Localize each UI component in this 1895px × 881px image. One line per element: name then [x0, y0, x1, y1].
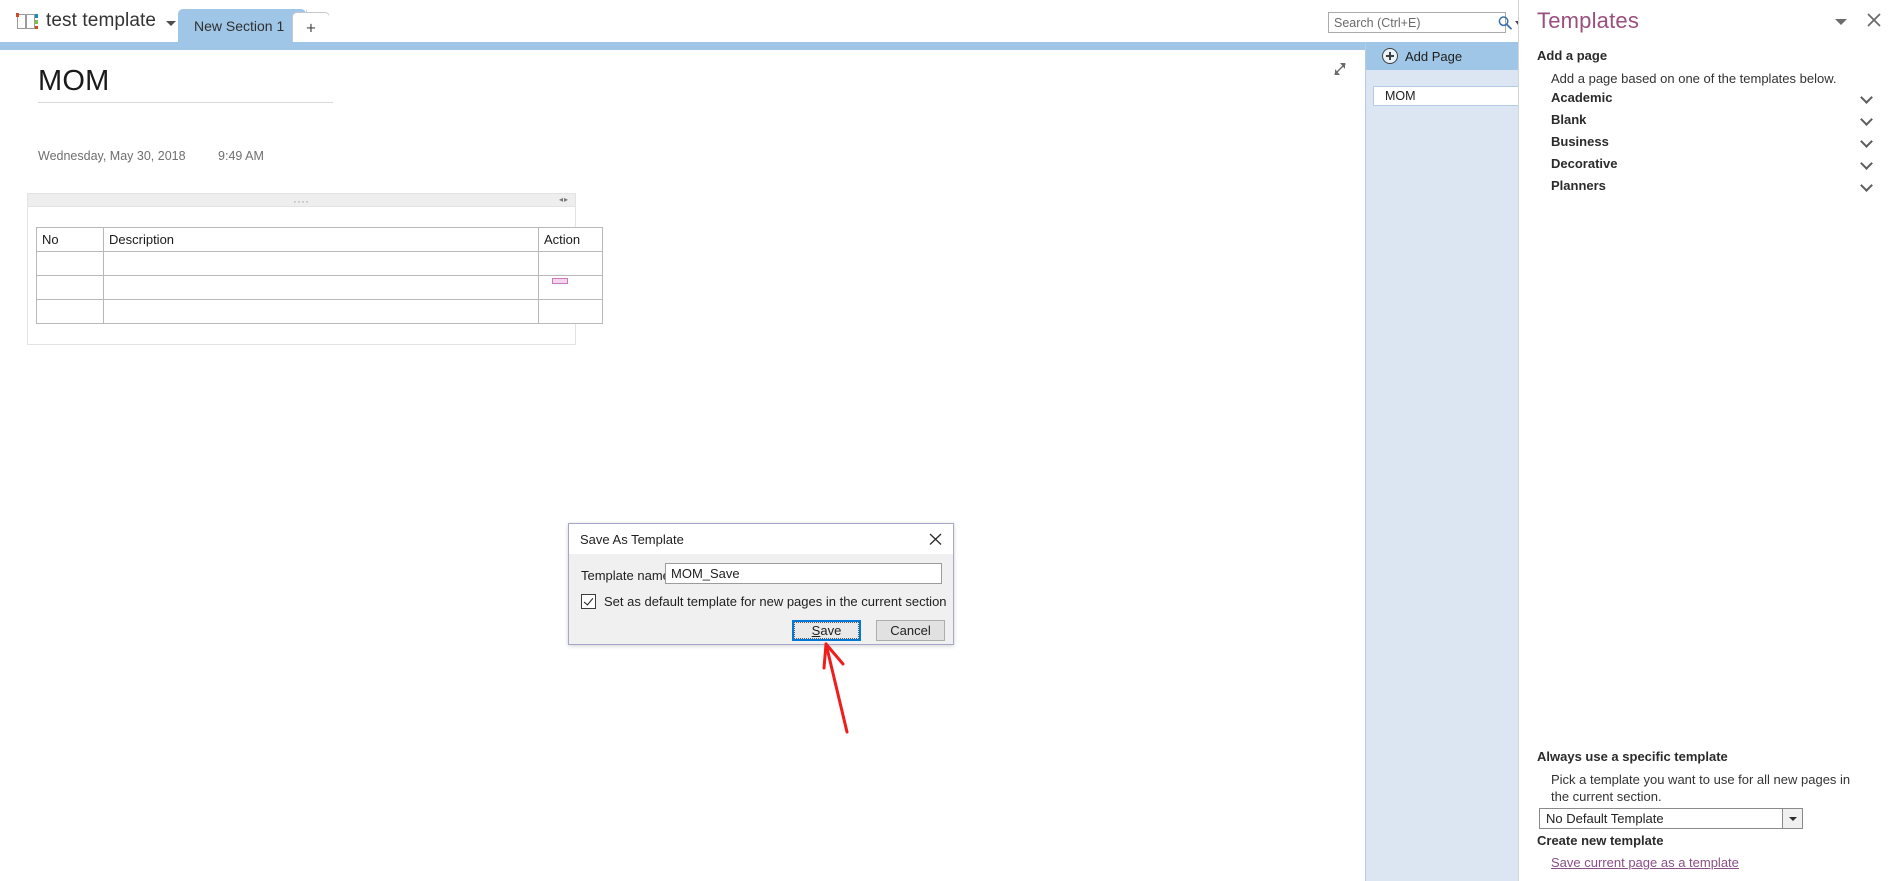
- title-bar: test template New Section 1 +: [0, 0, 1536, 43]
- plus-circle-icon: [1382, 48, 1398, 64]
- template-name-field[interactable]: [665, 563, 942, 584]
- page-title: Templates: [1537, 8, 1640, 33]
- plus-icon: +: [306, 18, 316, 37]
- cancel-button[interactable]: Cancel: [876, 620, 945, 641]
- default-template-select[interactable]: No Default Template: [1539, 808, 1803, 829]
- page-title[interactable]: MOM: [38, 62, 333, 103]
- set-default-template-checkbox-row[interactable]: Set as default template for new pages in…: [581, 594, 947, 609]
- page-date: Wednesday, May 30, 2018: [38, 149, 186, 163]
- templates-pane: Templates Add a page Add a page based on…: [1518, 0, 1895, 881]
- search-box[interactable]: [1328, 12, 1521, 33]
- always-use-heading: Always use a specific template: [1537, 749, 1728, 764]
- table-row[interactable]: [36, 299, 603, 324]
- save-current-page-as-template-link[interactable]: Save current page as a template: [1551, 855, 1739, 870]
- dialog-title-bar: Save As Template: [569, 524, 953, 554]
- category-decorative[interactable]: Decorative: [1551, 152, 1876, 174]
- category-label: Business: [1551, 133, 1609, 149]
- page-list-panel: Add Page MOM: [1365, 42, 1519, 881]
- add-section-button[interactable]: +: [292, 12, 338, 43]
- dialog-title: Save As Template: [580, 532, 684, 547]
- pane-options-caret-down-icon[interactable]: [1835, 19, 1847, 25]
- set-default-template-label: Set as default template for new pages in…: [604, 594, 947, 609]
- caret-down-icon[interactable]: [166, 20, 177, 26]
- page-title-text: MOM: [38, 65, 110, 97]
- page-title-rule: [38, 102, 333, 103]
- note-container[interactable]: .... ◂▸ No Description Action: [27, 193, 603, 345]
- category-planners[interactable]: Planners: [1551, 174, 1876, 196]
- template-name-input[interactable]: [666, 564, 941, 583]
- select-caret-down-icon[interactable]: [1782, 809, 1802, 828]
- close-icon[interactable]: [925, 529, 947, 549]
- expand-arrows-icon[interactable]: [1329, 58, 1351, 80]
- search-input[interactable]: [1329, 14, 1497, 31]
- default-template-value: No Default Template: [1546, 811, 1664, 826]
- onenote-window: test template New Section 1 + Search (Ct…: [0, 0, 1895, 881]
- chevron-down-icon[interactable]: [1861, 113, 1873, 125]
- add-page-button[interactable]: Add Page: [1366, 42, 1518, 70]
- table-cell-action[interactable]: [538, 251, 603, 276]
- text-cursor-marker: [552, 278, 568, 284]
- table-row[interactable]: [36, 275, 603, 300]
- drag-dots-icon: ....: [293, 193, 310, 206]
- close-icon[interactable]: [1865, 11, 1883, 29]
- notebook-name: test template: [46, 10, 157, 31]
- save-button-label: Save: [812, 623, 842, 638]
- category-academic[interactable]: Academic: [1551, 86, 1876, 108]
- list-item[interactable]: MOM: [1373, 86, 1519, 106]
- category-blank[interactable]: Blank: [1551, 108, 1876, 130]
- table-header-row[interactable]: No Description Action: [36, 227, 603, 252]
- resize-arrows-icon[interactable]: ◂▸: [559, 196, 569, 204]
- add-a-page-heading: Add a page: [1537, 48, 1608, 63]
- page-list-item-label: MOM: [1385, 89, 1416, 103]
- category-label: Planners: [1551, 177, 1606, 193]
- tab-new-section-1[interactable]: New Section 1: [178, 9, 318, 42]
- page-canvas[interactable]: MOM Wednesday, May 30, 2018 9:49 AM ....…: [0, 50, 1365, 881]
- note-container-handle[interactable]: .... ◂▸: [28, 194, 575, 207]
- category-label: Academic: [1551, 89, 1613, 105]
- always-use-description: Pick a template you want to use for all …: [1551, 772, 1851, 804]
- create-new-template-heading: Create new template: [1537, 833, 1664, 848]
- chevron-down-icon[interactable]: [1861, 179, 1873, 191]
- table-row[interactable]: [36, 251, 603, 276]
- table-cell-no[interactable]: [36, 251, 104, 276]
- table-cell-description[interactable]: [103, 275, 539, 300]
- page-time: 9:49 AM: [218, 149, 264, 163]
- search-icon[interactable]: [1497, 15, 1513, 31]
- chevron-down-icon[interactable]: [1861, 157, 1873, 169]
- table-header-no[interactable]: No: [36, 227, 104, 252]
- templates-pane-header: Templates: [1519, 0, 1895, 42]
- table-cell-description[interactable]: [103, 299, 539, 324]
- category-business[interactable]: Business: [1551, 130, 1876, 152]
- page-timestamp[interactable]: Wednesday, May 30, 2018 9:49 AM: [38, 149, 264, 163]
- save-button[interactable]: Save: [792, 620, 861, 641]
- table-cell-no[interactable]: [36, 299, 104, 324]
- add-a-page-description: Add a page based on one of the templates…: [1551, 71, 1837, 86]
- mom-table-body: No Description Action: [36, 227, 603, 324]
- table-cell-description[interactable]: [103, 251, 539, 276]
- table-cell-action[interactable]: [538, 299, 603, 324]
- template-name-label: Template name:: [581, 568, 674, 583]
- chevron-down-icon[interactable]: [1861, 91, 1873, 103]
- save-button-focus-ring: Save: [794, 622, 859, 639]
- section-tab-label: New Section 1: [194, 17, 285, 34]
- table-cell-action[interactable]: [538, 275, 603, 300]
- table-header-action[interactable]: Action: [538, 227, 603, 252]
- category-label: Blank: [1551, 111, 1587, 127]
- table-header-description[interactable]: Description: [103, 227, 539, 252]
- notebook-selector[interactable]: test template: [10, 6, 186, 36]
- table-cell-no[interactable]: [36, 275, 104, 300]
- mom-table[interactable]: No Description Action: [36, 227, 603, 324]
- save-rest: ave: [820, 623, 842, 638]
- category-label: Decorative: [1551, 155, 1618, 171]
- set-default-template-checkbox[interactable]: [581, 594, 596, 609]
- section-accent-bar: [0, 42, 1365, 50]
- chevron-down-icon[interactable]: [1861, 135, 1873, 147]
- notebook-icon: [16, 12, 38, 30]
- add-page-label: Add Page: [1405, 48, 1463, 64]
